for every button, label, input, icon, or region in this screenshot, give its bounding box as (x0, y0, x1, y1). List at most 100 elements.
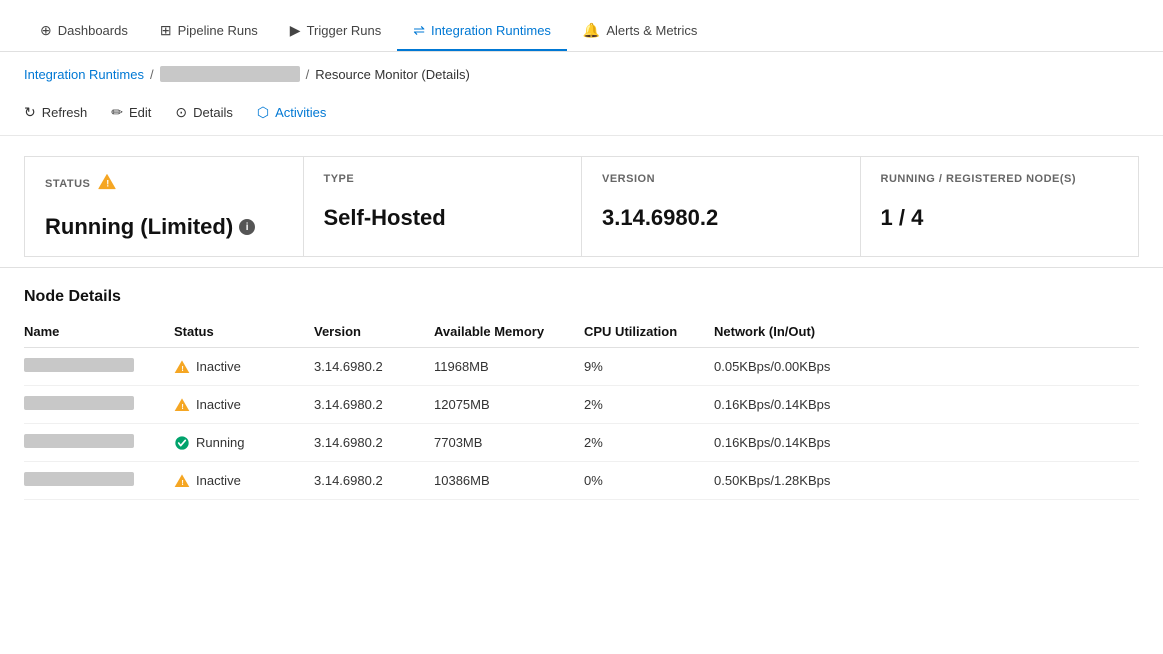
nav-item-alerts-metrics[interactable]: 🔔 Alerts & Metrics (567, 12, 713, 51)
node-version-cell: 3.14.6980.2 (314, 348, 434, 386)
status-card-label: STATUS ! (45, 173, 283, 194)
node-memory-cell: 12075MB (434, 386, 584, 424)
top-navigation: ⊕ Dashboards ⊞ Pipeline Runs ▶ Trigger R… (0, 0, 1163, 52)
nodes-card-label: RUNNING / REGISTERED NODE(S) (881, 173, 1119, 185)
activities-button[interactable]: ⬡ Activities (257, 100, 327, 125)
table-row: Running 3.14.6980.27703MB2%0.16KBps/0.14K… (24, 424, 1139, 462)
alerts-metrics-icon: 🔔 (583, 22, 600, 39)
node-status-cell: ! Inactive (174, 386, 314, 424)
ok-icon (174, 434, 190, 451)
breadcrumb-separator-2: / (306, 67, 310, 82)
node-network-cell: 0.16KBps/0.14KBps (714, 424, 1139, 462)
edit-button[interactable]: ✏ Edit (111, 100, 151, 125)
node-name-cell (24, 386, 174, 424)
edit-label: Edit (129, 105, 151, 120)
node-memory-cell: 11968MB (434, 348, 584, 386)
warning-icon: ! (174, 358, 190, 375)
node-name-masked (24, 396, 134, 410)
details-button[interactable]: ⊙ Details (175, 100, 232, 125)
status-card-version: VERSION 3.14.6980.2 (582, 156, 861, 257)
nav-item-label: Trigger Runs (307, 23, 382, 38)
version-card-value: 3.14.6980.2 (602, 205, 840, 231)
breadcrumb-separator-1: / (150, 67, 154, 82)
status-cards: STATUS ! Running (Limited) i TYPE Self-H… (0, 136, 1163, 268)
node-details-title: Node Details (0, 268, 1163, 316)
node-network-cell: 0.16KBps/0.14KBps (714, 386, 1139, 424)
refresh-button[interactable]: ↻ Refresh (24, 100, 87, 125)
node-name-masked (24, 472, 134, 486)
col-cpu: CPU Utilization (584, 316, 714, 348)
node-name-cell (24, 424, 174, 462)
table-row: ! Inactive 3.14.6980.210386MB0%0.50KBps/1.… (24, 462, 1139, 500)
node-name-masked (24, 358, 134, 372)
details-label: Details (193, 105, 233, 120)
nav-item-dashboards[interactable]: ⊕ Dashboards (24, 12, 144, 51)
node-cpu-cell: 2% (584, 386, 714, 424)
version-card-label: VERSION (602, 173, 840, 185)
node-details-table-wrap: Name Status Version Available Memory CPU… (0, 316, 1163, 500)
nav-item-label: Integration Runtimes (431, 23, 551, 38)
node-status-label: Inactive (196, 473, 241, 488)
nav-item-label: Pipeline Runs (178, 23, 258, 38)
warning-icon: ! (174, 396, 190, 413)
node-memory-cell: 10386MB (434, 462, 584, 500)
node-cpu-cell: 0% (584, 462, 714, 500)
status-card-status: STATUS ! Running (Limited) i (24, 156, 304, 257)
table-row: ! Inactive 3.14.6980.212075MB2%0.16KBps/0.… (24, 386, 1139, 424)
details-icon: ⊙ (175, 104, 187, 121)
col-memory: Available Memory (434, 316, 584, 348)
svg-text:!: ! (181, 478, 183, 487)
nav-item-integration-runtimes[interactable]: ⇌ Integration Runtimes (397, 12, 567, 51)
node-version-cell: 3.14.6980.2 (314, 424, 434, 462)
refresh-label: Refresh (42, 105, 88, 120)
node-cpu-cell: 2% (584, 424, 714, 462)
col-status: Status (174, 316, 314, 348)
node-memory-cell: 7703MB (434, 424, 584, 462)
node-version-cell: 3.14.6980.2 (314, 462, 434, 500)
breadcrumb-link[interactable]: Integration Runtimes (24, 67, 144, 82)
toolbar: ↻ Refresh ✏ Edit ⊙ Details ⬡ Activities (0, 92, 1163, 136)
trigger-runs-icon: ▶ (290, 22, 301, 39)
type-card-value: Self-Hosted (324, 205, 562, 231)
nav-item-trigger-runs[interactable]: ▶ Trigger Runs (274, 12, 397, 51)
activities-label: Activities (275, 105, 326, 120)
nav-item-label: Dashboards (58, 23, 128, 38)
breadcrumb-runtime-name (160, 66, 300, 82)
node-name-masked (24, 434, 134, 448)
nodes-card-value: 1 / 4 (881, 205, 1119, 231)
status-card-value: Running (Limited) i (45, 214, 283, 240)
svg-text:!: ! (181, 364, 183, 373)
col-name: Name (24, 316, 174, 348)
nav-item-label: Alerts & Metrics (606, 23, 697, 38)
col-network: Network (In/Out) (714, 316, 1139, 348)
status-info-icon[interactable]: i (239, 219, 255, 235)
node-status-label: Inactive (196, 397, 241, 412)
activities-icon: ⬡ (257, 104, 269, 121)
node-network-cell: 0.05KBps/0.00KBps (714, 348, 1139, 386)
refresh-icon: ↻ (24, 104, 36, 121)
col-version: Version (314, 316, 434, 348)
node-status-cell: ! Inactive (174, 462, 314, 500)
table-row: ! Inactive 3.14.6980.211968MB9%0.05KBps/0.… (24, 348, 1139, 386)
node-name-cell (24, 462, 174, 500)
node-status-cell: ! Inactive (174, 348, 314, 386)
node-cpu-cell: 9% (584, 348, 714, 386)
node-details-table: Name Status Version Available Memory CPU… (24, 316, 1139, 500)
svg-text:!: ! (107, 179, 110, 189)
pipeline-runs-icon: ⊞ (160, 22, 172, 39)
breadcrumb-current-page: Resource Monitor (Details) (315, 67, 470, 82)
svg-text:!: ! (181, 402, 183, 411)
warning-icon: ! (174, 472, 190, 489)
node-status-label: Inactive (196, 359, 241, 374)
nav-item-pipeline-runs[interactable]: ⊞ Pipeline Runs (144, 12, 274, 51)
edit-icon: ✏ (111, 104, 123, 121)
node-network-cell: 0.50KBps/1.28KBps (714, 462, 1139, 500)
breadcrumb: Integration Runtimes / / Resource Monito… (0, 52, 1163, 92)
node-version-cell: 3.14.6980.2 (314, 386, 434, 424)
node-status-cell: Running (174, 424, 314, 462)
integration-runtimes-icon: ⇌ (413, 22, 425, 39)
node-status-label: Running (196, 435, 244, 450)
status-warning-icon: ! (98, 173, 116, 194)
node-name-cell (24, 348, 174, 386)
type-card-label: TYPE (324, 173, 562, 185)
